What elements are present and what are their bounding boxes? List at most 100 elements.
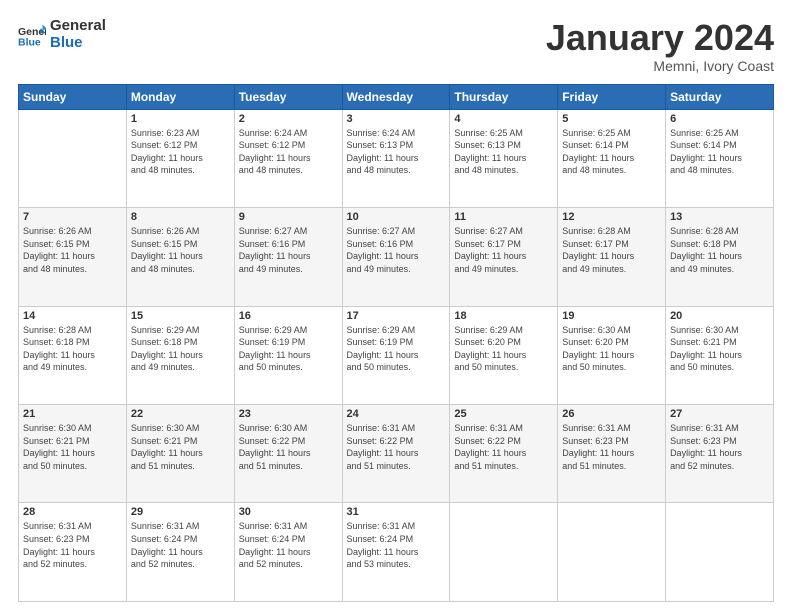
day-info: Sunrise: 6:25 AM Sunset: 6:14 PM Dayligh…: [670, 127, 769, 177]
svg-text:Blue: Blue: [18, 36, 41, 48]
day-info: Sunrise: 6:31 AM Sunset: 6:22 PM Dayligh…: [347, 422, 446, 472]
logo-line2: Blue: [50, 35, 106, 52]
col-header-saturday: Saturday: [666, 84, 774, 109]
col-header-monday: Monday: [126, 84, 234, 109]
day-number: 10: [347, 211, 446, 223]
calendar-cell: 18Sunrise: 6:29 AM Sunset: 6:20 PM Dayli…: [450, 306, 558, 404]
calendar-week-row: 7Sunrise: 6:26 AM Sunset: 6:15 PM Daylig…: [19, 208, 774, 306]
calendar-cell: 5Sunrise: 6:25 AM Sunset: 6:14 PM Daylig…: [558, 109, 666, 207]
calendar-week-row: 14Sunrise: 6:28 AM Sunset: 6:18 PM Dayli…: [19, 306, 774, 404]
location: Memni, Ivory Coast: [546, 58, 774, 74]
day-info: Sunrise: 6:26 AM Sunset: 6:15 PM Dayligh…: [131, 225, 230, 275]
calendar-cell: 1 Sunrise: 6:23 AM Sunset: 6:12 PM Daylig…: [126, 109, 234, 207]
calendar-cell: 28Sunrise: 6:31 AM Sunset: 6:23 PM Dayli…: [19, 503, 127, 602]
calendar-cell: 19 Sunrise: 6:30 AM Sunset: 6:20 PM Dayli…: [558, 306, 666, 404]
calendar-table: SundayMondayTuesdayWednesdayThursdayFrid…: [18, 84, 774, 602]
calendar-cell: [558, 503, 666, 602]
col-header-sunday: Sunday: [19, 84, 127, 109]
day-info: Sunrise: 6:31 AM Sunset: 6:24 PM Dayligh…: [239, 520, 338, 570]
day-number: 1: [131, 113, 230, 125]
day-number: 11: [454, 211, 553, 223]
day-info: Sunrise: 6:27 AM Sunset: 6:16 PM Dayligh…: [239, 225, 338, 275]
day-info: Sunrise: 6:29 AM Sunset: 6:19 PM Dayligh…: [347, 324, 446, 374]
day-number: 2: [239, 113, 338, 125]
day-number: 14: [23, 310, 122, 322]
calendar-cell: 30 Sunrise: 6:31 AM Sunset: 6:24 PM Dayli…: [234, 503, 342, 602]
day-info: Sunrise: 6:28 AM Sunset: 6:17 PM Dayligh…: [562, 225, 661, 275]
calendar-cell: 8 Sunrise: 6:26 AM Sunset: 6:15 PM Daylig…: [126, 208, 234, 306]
day-number: 19: [562, 310, 661, 322]
calendar-cell: 3Sunrise: 6:24 AM Sunset: 6:13 PM Daylig…: [342, 109, 450, 207]
calendar-cell: 4 Sunrise: 6:25 AM Sunset: 6:13 PM Daylig…: [450, 109, 558, 207]
day-number: 17: [347, 310, 446, 322]
day-number: 4: [454, 113, 553, 125]
day-info: Sunrise: 6:31 AM Sunset: 6:23 PM Dayligh…: [562, 422, 661, 472]
day-number: 20: [670, 310, 769, 322]
day-number: 28: [23, 506, 122, 518]
calendar-cell: 25 Sunrise: 6:31 AM Sunset: 6:22 PM Dayli…: [450, 405, 558, 503]
title-block: January 2024 Memni, Ivory Coast: [546, 18, 774, 74]
calendar-week-row: 28Sunrise: 6:31 AM Sunset: 6:23 PM Dayli…: [19, 503, 774, 602]
logo-icon: General Blue: [18, 21, 46, 49]
calendar-cell: 26 Sunrise: 6:31 AM Sunset: 6:23 PM Dayli…: [558, 405, 666, 503]
day-info: Sunrise: 6:30 AM Sunset: 6:21 PM Dayligh…: [23, 422, 122, 472]
calendar-week-row: 21Sunrise: 6:30 AM Sunset: 6:21 PM Dayli…: [19, 405, 774, 503]
day-number: 16: [239, 310, 338, 322]
calendar-cell: 23Sunrise: 6:30 AM Sunset: 6:22 PM Dayli…: [234, 405, 342, 503]
calendar-cell: 24 Sunrise: 6:31 AM Sunset: 6:22 PM Dayli…: [342, 405, 450, 503]
calendar-cell: 27Sunrise: 6:31 AM Sunset: 6:23 PM Dayli…: [666, 405, 774, 503]
calendar-cell: 6 Sunrise: 6:25 AM Sunset: 6:14 PM Daylig…: [666, 109, 774, 207]
col-header-wednesday: Wednesday: [342, 84, 450, 109]
calendar-cell: [19, 109, 127, 207]
day-info: Sunrise: 6:30 AM Sunset: 6:21 PM Dayligh…: [131, 422, 230, 472]
calendar-cell: 12 Sunrise: 6:28 AM Sunset: 6:17 PM Dayli…: [558, 208, 666, 306]
calendar-cell: 7Sunrise: 6:26 AM Sunset: 6:15 PM Daylig…: [19, 208, 127, 306]
day-number: 24: [347, 408, 446, 420]
day-number: 25: [454, 408, 553, 420]
calendar-cell: 10 Sunrise: 6:27 AM Sunset: 6:16 PM Dayli…: [342, 208, 450, 306]
day-number: 3: [347, 113, 446, 125]
day-info: Sunrise: 6:28 AM Sunset: 6:18 PM Dayligh…: [670, 225, 769, 275]
calendar-cell: 22 Sunrise: 6:30 AM Sunset: 6:21 PM Dayli…: [126, 405, 234, 503]
day-info: Sunrise: 6:29 AM Sunset: 6:20 PM Dayligh…: [454, 324, 553, 374]
day-number: 5: [562, 113, 661, 125]
calendar-cell: 11Sunrise: 6:27 AM Sunset: 6:17 PM Dayli…: [450, 208, 558, 306]
col-header-friday: Friday: [558, 84, 666, 109]
day-number: 22: [131, 408, 230, 420]
day-info: Sunrise: 6:27 AM Sunset: 6:16 PM Dayligh…: [347, 225, 446, 275]
day-info: Sunrise: 6:30 AM Sunset: 6:22 PM Dayligh…: [239, 422, 338, 472]
page: General Blue General Blue January 2024 M…: [0, 0, 792, 612]
calendar-cell: 21Sunrise: 6:30 AM Sunset: 6:21 PM Dayli…: [19, 405, 127, 503]
day-number: 29: [131, 506, 230, 518]
day-info: Sunrise: 6:29 AM Sunset: 6:18 PM Dayligh…: [131, 324, 230, 374]
day-info: Sunrise: 6:31 AM Sunset: 6:22 PM Dayligh…: [454, 422, 553, 472]
calendar-cell: [666, 503, 774, 602]
calendar-cell: 31 Sunrise: 6:31 AM Sunset: 6:24 PM Dayli…: [342, 503, 450, 602]
calendar-header-row: SundayMondayTuesdayWednesdayThursdayFrid…: [19, 84, 774, 109]
calendar-cell: 16 Sunrise: 6:29 AM Sunset: 6:19 PM Dayli…: [234, 306, 342, 404]
calendar-cell: 15Sunrise: 6:29 AM Sunset: 6:18 PM Dayli…: [126, 306, 234, 404]
day-number: 8: [131, 211, 230, 223]
calendar-cell: 14Sunrise: 6:28 AM Sunset: 6:18 PM Dayli…: [19, 306, 127, 404]
col-header-thursday: Thursday: [450, 84, 558, 109]
day-info: Sunrise: 6:23 AM Sunset: 6:12 PM Dayligh…: [131, 127, 230, 177]
calendar-cell: 9 Sunrise: 6:27 AM Sunset: 6:16 PM Daylig…: [234, 208, 342, 306]
day-info: Sunrise: 6:30 AM Sunset: 6:20 PM Dayligh…: [562, 324, 661, 374]
logo: General Blue General Blue: [18, 18, 106, 51]
day-number: 12: [562, 211, 661, 223]
day-info: Sunrise: 6:31 AM Sunset: 6:24 PM Dayligh…: [347, 520, 446, 570]
calendar-cell: 17 Sunrise: 6:29 AM Sunset: 6:19 PM Dayli…: [342, 306, 450, 404]
day-info: Sunrise: 6:31 AM Sunset: 6:24 PM Dayligh…: [131, 520, 230, 570]
calendar-cell: 13Sunrise: 6:28 AM Sunset: 6:18 PM Dayli…: [666, 208, 774, 306]
day-number: 30: [239, 506, 338, 518]
day-number: 6: [670, 113, 769, 125]
day-number: 27: [670, 408, 769, 420]
day-number: 26: [562, 408, 661, 420]
calendar-cell: 29 Sunrise: 6:31 AM Sunset: 6:24 PM Dayli…: [126, 503, 234, 602]
day-number: 9: [239, 211, 338, 223]
day-info: Sunrise: 6:29 AM Sunset: 6:19 PM Dayligh…: [239, 324, 338, 374]
calendar-week-row: 1 Sunrise: 6:23 AM Sunset: 6:12 PM Daylig…: [19, 109, 774, 207]
day-number: 31: [347, 506, 446, 518]
col-header-tuesday: Tuesday: [234, 84, 342, 109]
day-info: Sunrise: 6:25 AM Sunset: 6:13 PM Dayligh…: [454, 127, 553, 177]
